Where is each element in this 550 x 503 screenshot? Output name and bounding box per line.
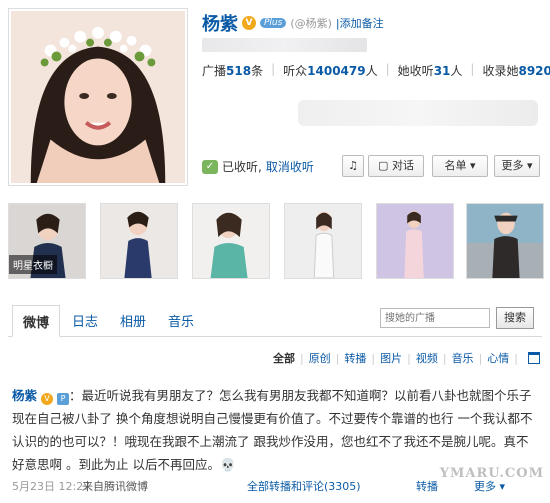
followed-label: 已收听, [222,160,262,174]
level-icon: P [56,393,69,405]
post-text: ：最近听说我有男朋友了？怎么我有男朋友我都不知道啊？以前看八卦也就图个乐子 现在… [12,388,533,472]
profile-header: 杨紫 V Plus (@杨紫) |添加备注 广播518条 | 听众1400479… [0,0,550,195]
forward-button[interactable]: 转播 [416,478,438,494]
photo-strip: 明星衣橱 [8,203,544,279]
watermark: YMARU.COM [439,466,544,481]
avatar[interactable] [8,8,188,186]
stat-posts[interactable]: 广播518条 [202,62,263,79]
profile-name-row: 杨紫 V Plus (@杨紫) |添加备注 [202,10,384,36]
post-author[interactable]: 杨紫 [12,388,37,403]
content-tabs: 微博 日志 相册 音乐 搜索 [8,305,542,337]
add-remark-label: 添加备注 [339,17,384,30]
verified-icon: V [41,393,53,405]
tab-weibo[interactable]: 微博 [12,305,61,337]
tab-blog[interactable]: 日志 [72,311,98,330]
stat-following[interactable]: 她收听31人 [398,62,463,79]
post-filters: 全部 | 原创 | 转播 | 图片 | 视频 | 音乐 | 心情 | [273,350,540,366]
photo-thumbnail[interactable] [376,203,454,279]
photo-label: 明星衣橱 [9,255,57,274]
filter-forward[interactable]: 转播 [344,350,366,366]
blurred-intro [202,38,367,52]
all-forwards-link[interactable]: 全部转播和评论(3305) [247,478,361,494]
filter-music[interactable]: 音乐 [452,350,474,366]
follow-status: ✓ 已收听, 取消收听 [202,158,314,175]
stat-listeners[interactable]: 听众1400479人 [283,62,377,79]
post-timestamp[interactable]: 5月23日 12:27 [12,478,90,494]
profile-actions: ✓ 已收听, 取消收听 ♫ ▢ 对话 名单 ▾ 更多 ▾ [202,155,542,179]
chat-button[interactable]: ▢ 对话 [368,155,424,177]
profile-handle: (@杨紫) [290,17,332,30]
blurred-info [298,100,538,126]
followed-check-icon: ✓ [202,159,218,174]
list-button[interactable]: 名单 ▾ [432,155,488,177]
search-button[interactable]: 搜索 [496,307,534,329]
filter-image[interactable]: 图片 [380,350,402,366]
search-input[interactable] [380,308,490,328]
photo-thumbnail[interactable] [466,203,544,279]
cancel-follow-link[interactable]: 取消收听 [266,158,314,175]
photo-thumbnail[interactable]: 明星衣橱 [8,203,86,279]
headphone-icon[interactable]: ♫ [342,155,364,177]
filter-all[interactable]: 全部 [273,350,295,366]
chat-bubble-icon: ▢ [378,159,389,172]
filter-mood[interactable]: 心情 [487,350,509,366]
more-button[interactable]: 更多 ▾ [494,155,540,177]
post: 杨紫 V P ：最近听说我有男朋友了？怎么我有男朋友我都不知道啊？以前看八卦也就图… [12,384,536,476]
filter-video[interactable]: 视频 [416,350,438,366]
level-badge: Plus [260,18,287,28]
post-source: 来自腾讯微博 [82,480,148,493]
profile-name[interactable]: 杨紫 [202,10,238,36]
calendar-icon[interactable] [528,352,540,364]
verified-icon: V [242,16,256,30]
filter-original[interactable]: 原创 [309,350,331,366]
tab-music[interactable]: 音乐 [168,311,194,330]
profile-stats: 广播518条 | 听众1400479人 | 她收听31人 | 收录她8920 [202,62,550,79]
stat-collection[interactable]: 收录她8920 [482,62,550,79]
tab-album[interactable]: 相册 [120,311,146,330]
photo-thumbnail[interactable] [284,203,362,279]
add-remark-link[interactable]: |添加备注 [336,15,384,31]
photo-thumbnail[interactable] [100,203,178,279]
photo-thumbnail[interactable] [192,203,270,279]
